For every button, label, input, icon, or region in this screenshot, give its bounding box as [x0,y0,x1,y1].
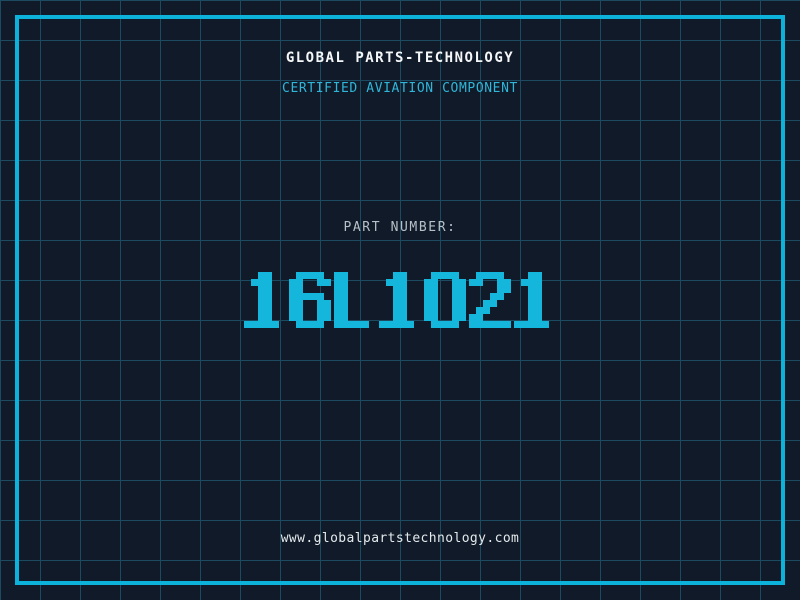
company-title: GLOBAL PARTS-TECHNOLOGY [285,50,515,66]
part-number-value [0,272,800,328]
website-url: www.globalpartstechnology.com [280,531,520,546]
part-number-label: PART NUMBER: [343,220,457,235]
certificate-page: GLOBAL PARTS-TECHNOLOGY CERTIFIED AVIATI… [0,0,800,600]
certification-subtitle: CERTIFIED AVIATION COMPONENT [282,81,518,96]
